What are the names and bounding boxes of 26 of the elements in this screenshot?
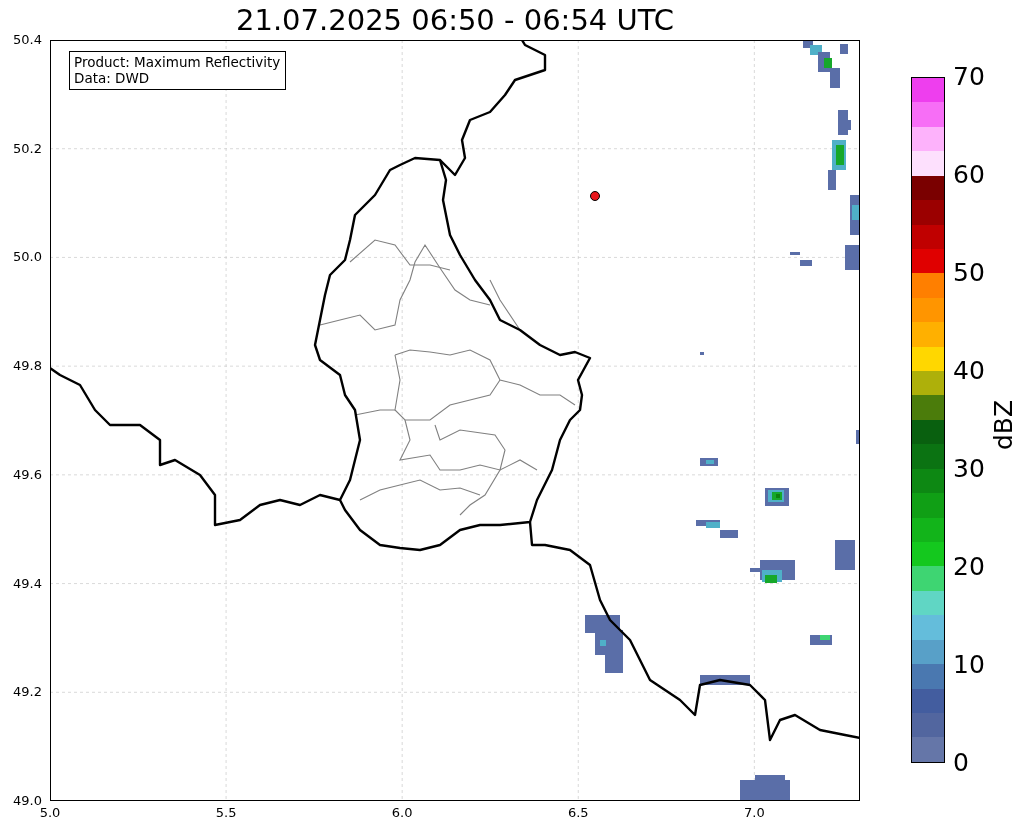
y-tick-label: 49.8 [13,358,42,374]
x-tick-label: 6.5 [567,805,589,820]
x-tick-label: 7.0 [744,805,765,820]
colorbar-tick-label: 10 [953,652,985,677]
x-tick-label: 6.0 [391,805,413,820]
colorbar-tick-label: 20 [953,554,985,579]
y-tick-label: 49.6 [13,466,42,482]
colorbar-label: dBZ [988,399,1018,451]
y-tick-label: 50.0 [13,249,42,265]
y-tick-label: 49.0 [13,793,42,808]
colorbar-tick-label: 70 [953,64,985,89]
colorbar-tick-label: 40 [953,358,985,383]
y-tick-label: 49.2 [13,684,42,700]
chart-title: 21.07.2025 06:50 - 06:54 UTC [235,2,675,39]
y-tick-label: 50.4 [13,32,42,47]
legend-text: Data: DWD [74,70,151,86]
y-tick-label: 49.4 [13,575,42,591]
x-tick-label: 5.5 [215,805,237,820]
x-tick-label: 5.0 [39,805,61,820]
colorbar-tick-label: 60 [953,162,985,187]
colorbar-tick-label: 30 [953,456,985,481]
colorbar-tick-label: 0 [953,750,969,775]
legend-text: Product: Maximum Reflectivity [74,54,281,70]
colorbar-tick-label: 50 [953,260,985,285]
y-tick-label: 50.2 [13,140,42,156]
location-marker-icon [590,191,600,201]
